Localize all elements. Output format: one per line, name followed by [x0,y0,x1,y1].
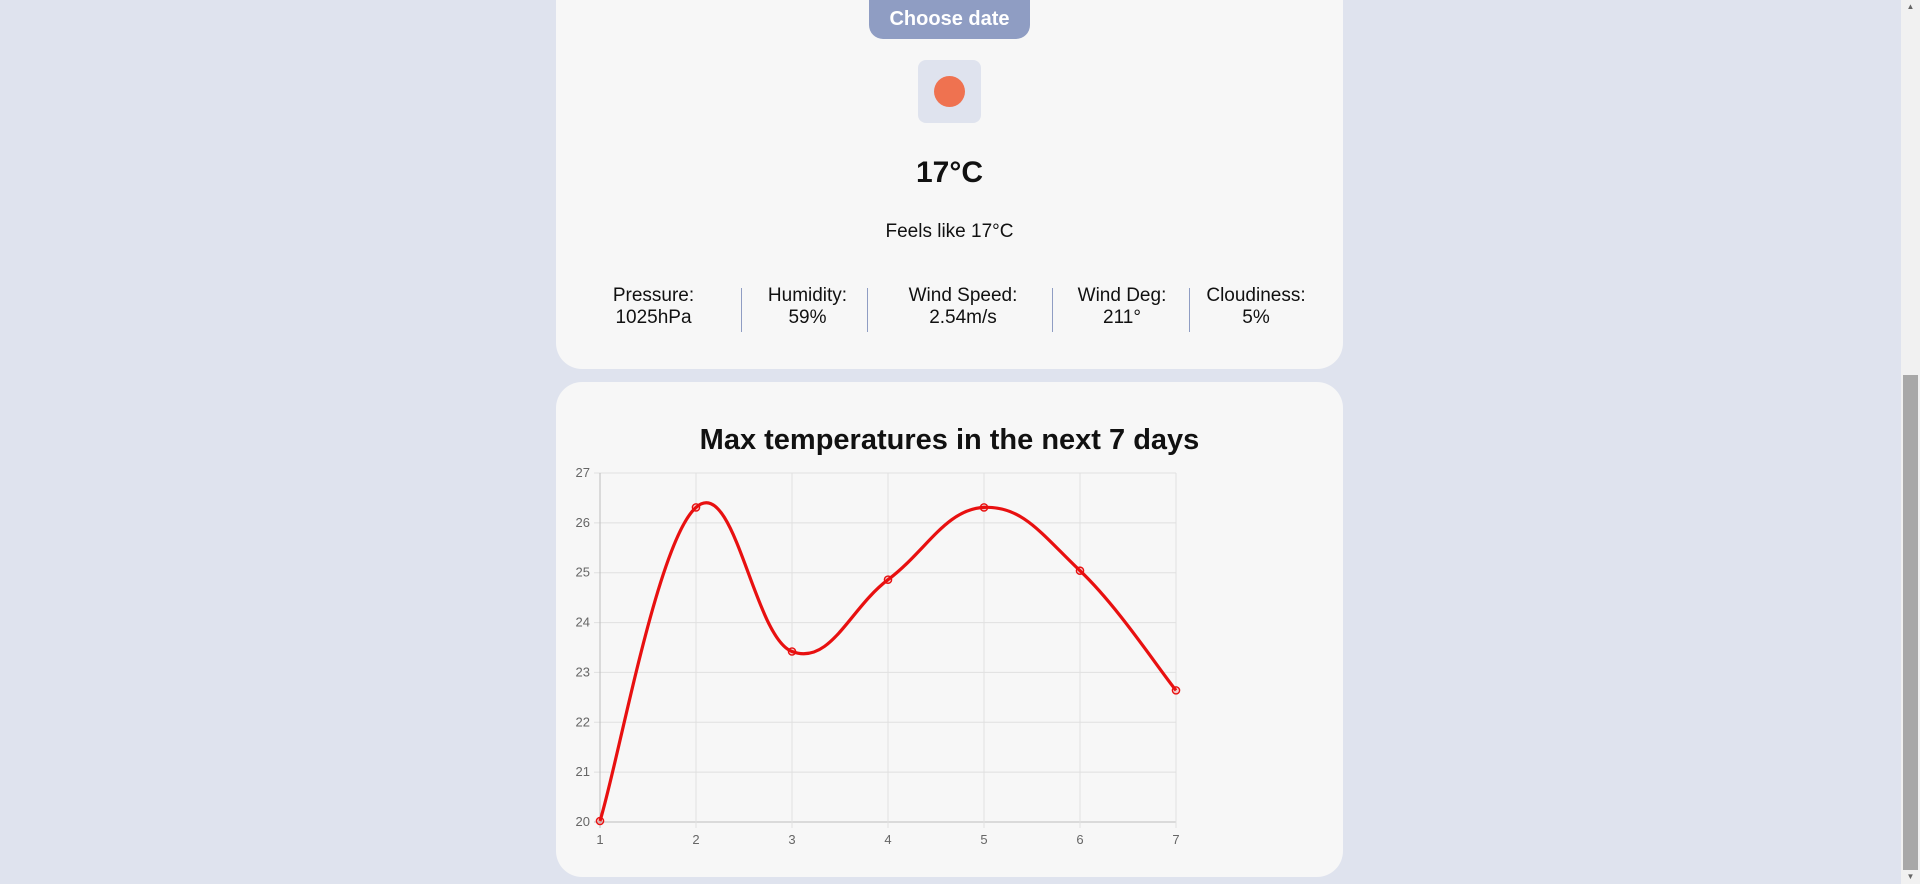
scroll-up-arrow-icon[interactable]: ▲ [1901,0,1920,14]
current-temperature: 17°C [915,156,984,189]
stat-label: Cloudiness: [1206,285,1306,306]
scroll-down-arrow-icon[interactable]: ▼ [1901,870,1920,884]
stat-cloudiness: Cloudiness: 5% [1196,285,1316,329]
data-point [979,503,989,512]
page: Choose date 17°C Feels like 17°C Pressur… [0,0,1920,884]
sun-icon [934,76,965,107]
x-tick-label: 4 [884,832,891,847]
data-point [1075,566,1085,576]
x-tick-label: 1 [596,832,603,847]
stat-label: Pressure: [612,285,695,306]
choose-date-button[interactable]: Choose date [869,0,1030,39]
stat-divider [1052,288,1053,332]
stat-value: 1025hPa [615,307,692,328]
feels-like-text: Feels like 17°C [885,221,1014,242]
forecast-chart-card: Max temperatures in the next 7 days 20 21… [556,382,1343,877]
data-point [1171,686,1181,695]
data-point [787,647,797,656]
weather-icon-box [918,60,981,123]
y-tick-label: 25 [576,565,590,580]
stat-label: Humidity: [767,285,848,306]
stat-label: Wind Deg: [1077,285,1167,306]
x-tick-label: 6 [1076,832,1083,847]
data-point [595,816,605,826]
stat-value: 211° [1103,307,1141,328]
y-tick-label: 23 [576,664,590,679]
max-temperature-line-chart: 20212223242526271 2 3 4 5 6 7 [576,465,1181,847]
x-tick-label: 5 [980,832,987,847]
vertical-scrollbar[interactable]: ▲ ▼ [1901,0,1920,884]
weather-stats: Pressure: 1025hPa Humidity: 59% Wind Spe… [556,285,1343,332]
stat-value: 2.54m/s [929,307,997,328]
current-weather-card: Choose date 17°C Feels like 17°C Pressur… [556,0,1343,369]
y-tick-label: 20 [576,814,590,829]
x-tick-label: 2 [692,832,699,847]
scrollbar-thumb[interactable] [1903,375,1918,870]
data-point [883,575,893,584]
stat-value: 59% [788,307,827,328]
stat-pressure: Pressure: 1025hPa [602,285,705,329]
stat-divider [741,288,742,332]
stat-divider [1189,288,1190,332]
stat-humidity: Humidity: 59% [756,285,859,329]
x-tick-label: 3 [788,832,795,847]
stat-divider [867,288,868,332]
data-point [691,503,701,512]
stat-label: Wind Speed: [908,285,1018,306]
y-tick-label: 26 [576,515,590,530]
y-tick-label: 24 [576,615,590,630]
stat-value: 5% [1242,307,1270,328]
stat-wind-deg: Wind Deg: 211° [1062,285,1182,329]
stat-wind-speed: Wind Speed: 2.54m/s [878,285,1048,329]
y-tick-label: 27 [576,465,590,480]
y-tick-label: 21 [576,764,590,779]
y-tick-label: 22 [576,714,590,729]
x-tick-label: 7 [1172,832,1179,847]
